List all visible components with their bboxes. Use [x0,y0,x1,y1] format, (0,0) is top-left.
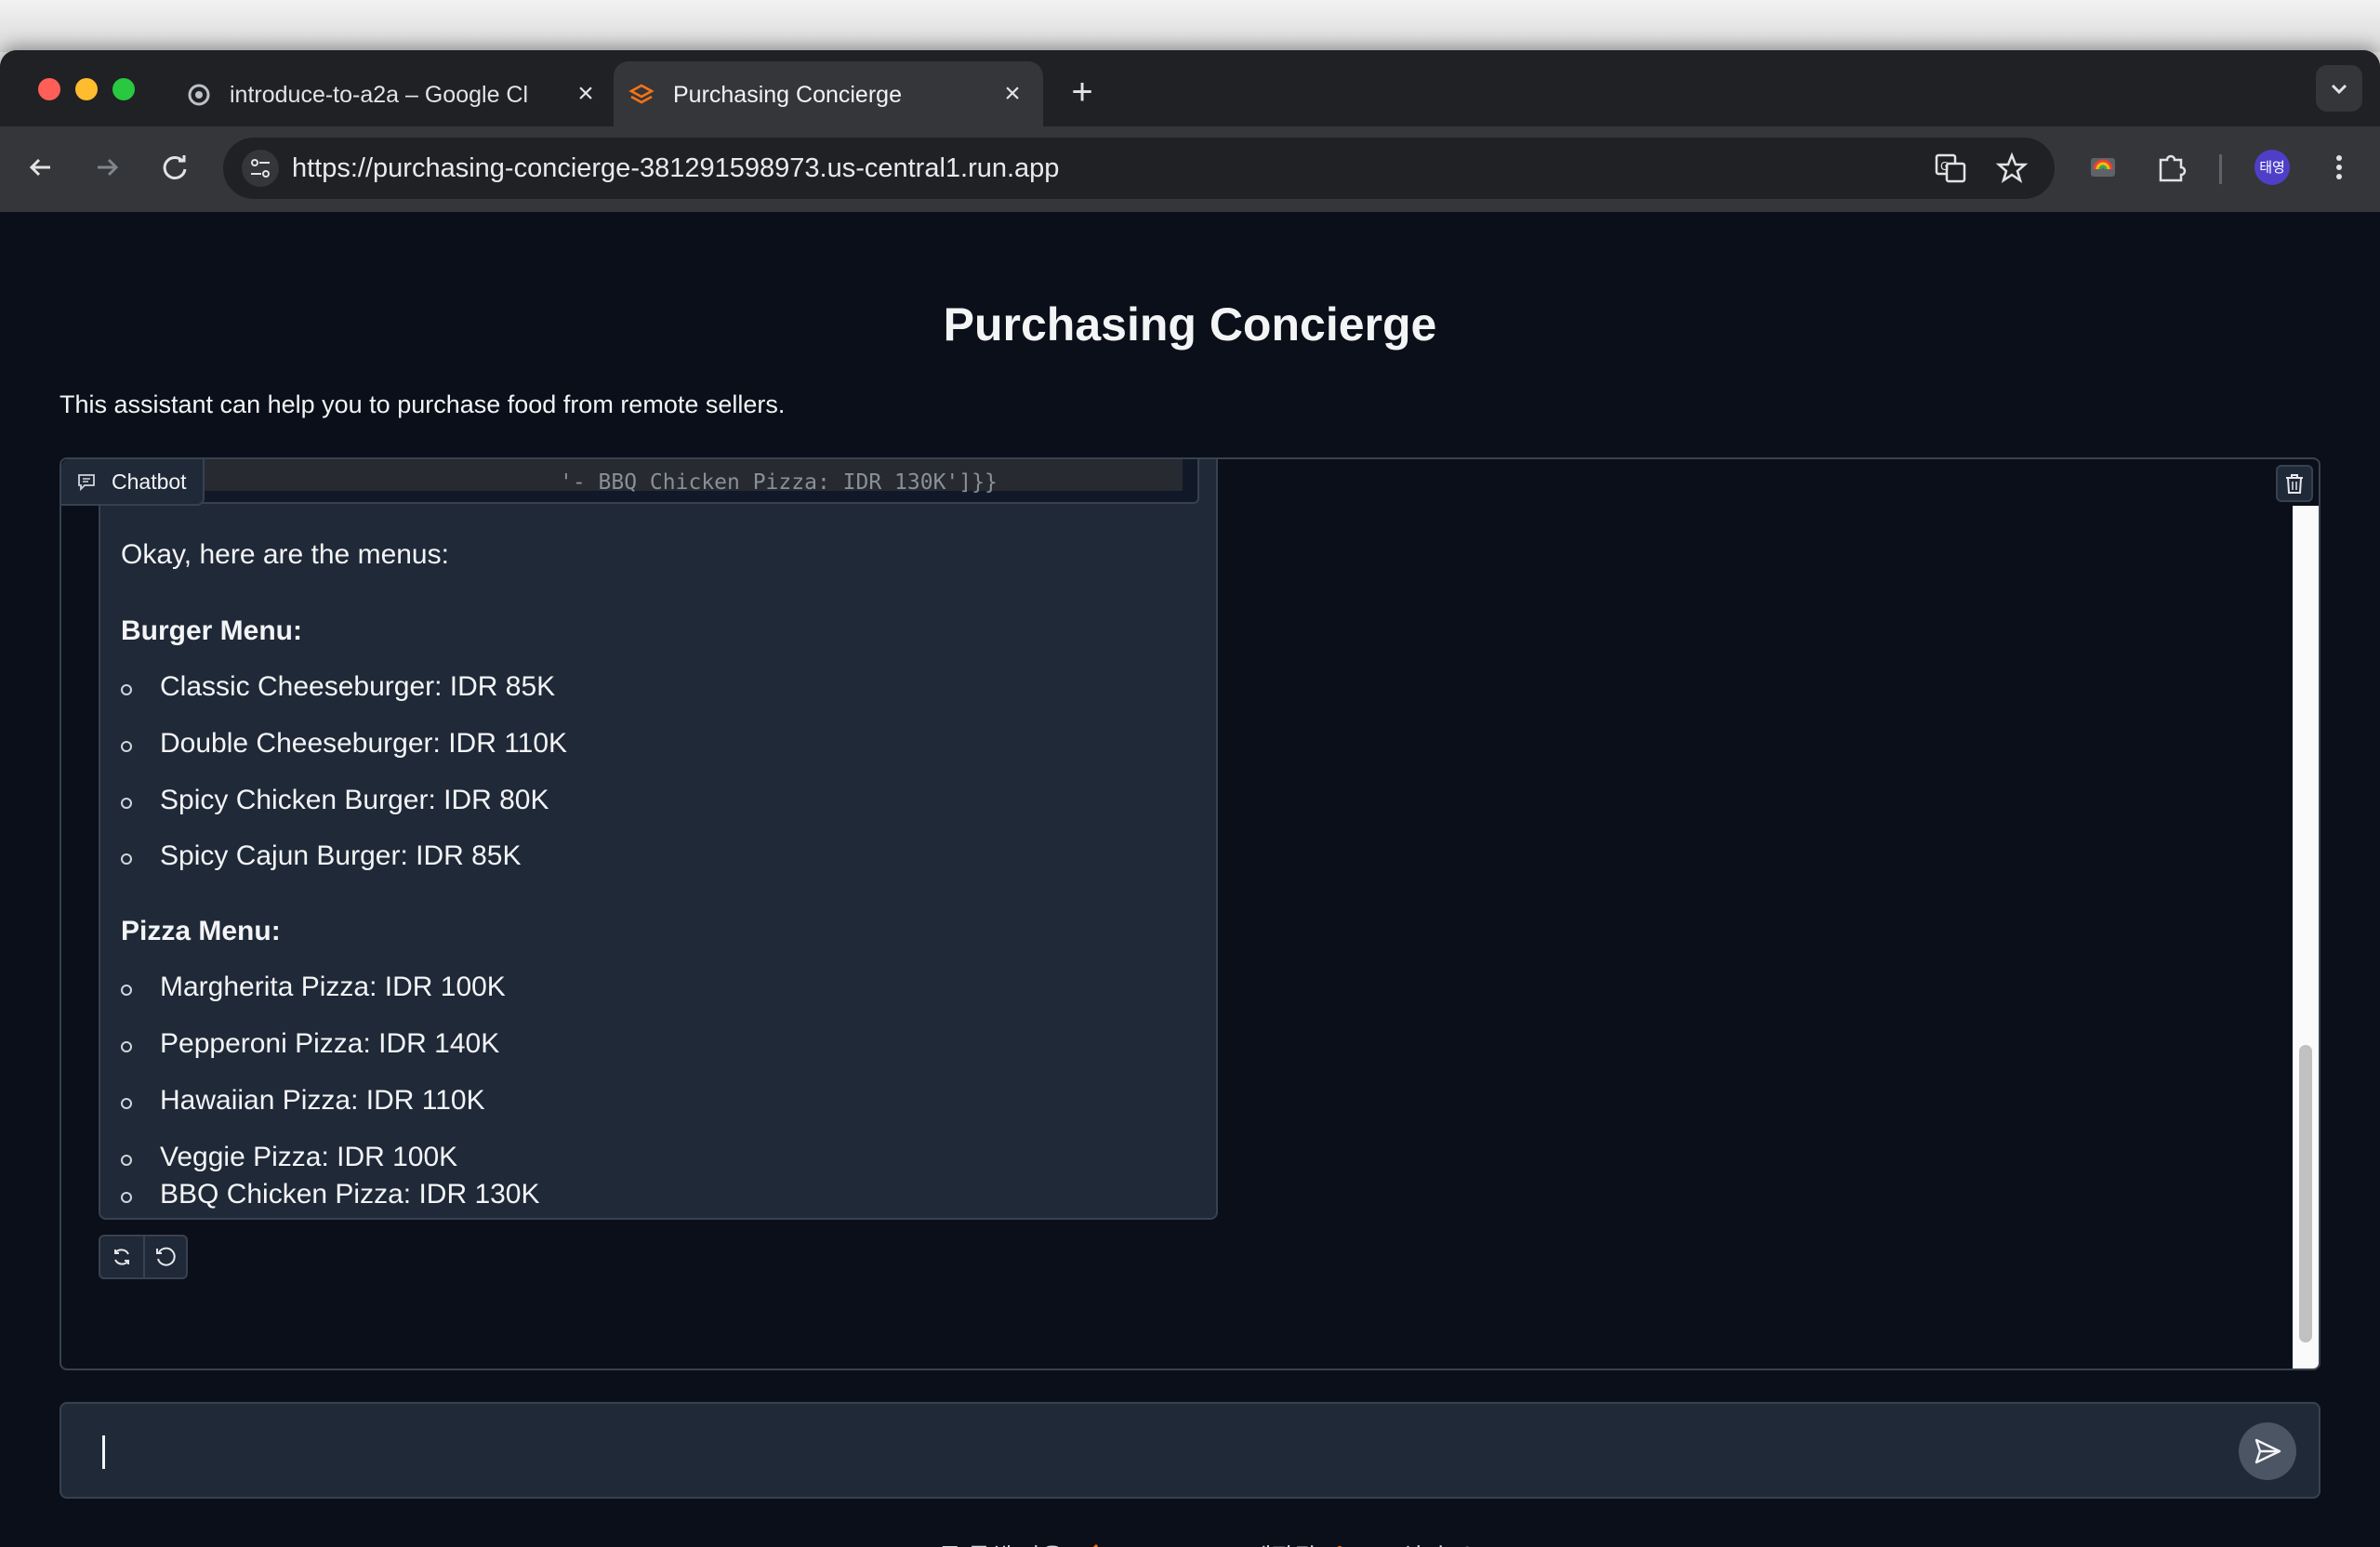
extension-colorful-icon[interactable] [2082,147,2123,188]
chevron-down-icon [2331,84,2347,95]
tab-strip: introduce-to-a2a – Google Cl × Purchasin… [0,50,2380,126]
page-description: This assistant can help you to purchase … [60,390,786,418]
window-close-button[interactable] [38,78,60,100]
window-minimize-button[interactable] [75,78,98,100]
new-tab-button[interactable]: + [1065,73,1099,111]
tab-search-button[interactable] [2316,65,2362,112]
trash-icon [2286,474,2303,494]
message-intro: Okay, here are the menus: [121,539,449,570]
bullet-icon [121,1041,132,1052]
tab-introduce-to-a2a[interactable]: introduce-to-a2a – Google Cl × [177,61,600,126]
pizza-menu-heading: Pizza Menu: [121,916,281,946]
url-text: https://purchasing-concierge-38129159897… [292,153,1060,183]
tab-title: introduce-to-a2a – Google Cl [230,82,529,108]
gradio-page: Purchasing Concierge This assistant can … [0,212,2380,1547]
bullet-icon [121,853,132,865]
page-footer: API를 통해 사용 · Gradio로 제작됨 · 설정 [0,1532,2380,1547]
google-cloud-icon [188,84,210,106]
tune-icon [251,159,270,178]
bullet-icon [121,1155,132,1166]
footer-separator: · [1372,1541,1381,1547]
bullet-icon [121,684,132,695]
close-tab-icon[interactable]: × [572,80,600,108]
desktop-background [0,0,2380,52]
text-cursor [102,1435,105,1469]
undo-button[interactable] [143,1236,186,1277]
site-info-button[interactable] [242,150,279,187]
code-line: '- BBQ Chicken Pizza: IDR 130K']}} [560,470,998,495]
built-with-gradio-link[interactable]: Gradio로 제작됨 [1148,1539,1316,1547]
tab-purchasing-concierge[interactable]: Purchasing Concierge × [614,61,1043,126]
close-tab-icon[interactable]: × [998,80,1026,108]
gradio-logo-icon [1336,1545,1342,1547]
address-bar[interactable]: https://purchasing-concierge-38129159897… [223,138,2055,199]
profile-avatar[interactable]: 태영 [2254,150,2290,185]
bullet-icon [121,1192,132,1203]
chatbot-label: Chatbot [61,459,205,506]
scrollbar-thumb[interactable] [2299,1045,2312,1342]
rocket-icon [1092,1543,1098,1547]
back-arrow-icon[interactable] [22,149,60,186]
settings-link[interactable]: 설정 [1400,1539,1445,1547]
toolbar-divider [2219,154,2222,184]
bullet-icon [121,741,132,752]
window-maximize-button[interactable] [112,78,135,100]
chat-bubble-icon [78,474,95,492]
tool-output-block: '- BBQ Chicken Pizza: IDR 130K']}} [119,459,1199,504]
svg-text:G: G [1940,160,1949,173]
page-title: Purchasing Concierge [943,298,1437,350]
code-output: '- BBQ Chicken Pizza: IDR 130K']}} [132,459,1183,495]
tab-title: Purchasing Concierge [673,82,902,108]
chat-scrollbar[interactable] [2293,506,2319,1368]
more-vertical-icon[interactable] [2319,147,2360,188]
extensions-puzzle-icon[interactable] [2151,147,2192,188]
bullet-icon [121,798,132,809]
chatbot-panel: Chatbot '- BBQ Chicken Pizza: IDR 130K']… [60,457,2320,1370]
footer-separator: · [1119,1541,1128,1547]
chatbot-label-text: Chatbot [112,469,187,494]
browser-toolbar: https://purchasing-concierge-38129159897… [0,126,2380,212]
translate-icon[interactable]: G [1930,148,1971,189]
bullet-icon [121,1098,132,1109]
use-via-api-link[interactable]: API를 통해 사용 [900,1539,1064,1547]
send-icon [2254,1438,2281,1464]
reload-icon[interactable] [156,149,193,186]
gear-icon [1465,1546,1472,1547]
bullet-icon [121,985,132,996]
forward-arrow-icon[interactable] [88,149,126,186]
browser-window: introduce-to-a2a – Google Cl × Purchasin… [0,50,2380,1547]
refresh-icon [114,1249,129,1265]
bookmark-star-icon[interactable] [1991,148,2032,189]
message-input[interactable] [60,1402,2320,1499]
undo-icon [156,1247,176,1266]
burger-menu-heading: Burger Menu: [121,615,302,646]
gradio-icon [628,84,654,104]
retry-button[interactable] [100,1236,143,1277]
clear-chat-button[interactable] [2276,465,2313,502]
message-actions [99,1235,188,1279]
send-button[interactable] [2239,1422,2296,1480]
bot-message: '- BBQ Chicken Pizza: IDR 130K']}} Okay,… [99,459,1218,1220]
